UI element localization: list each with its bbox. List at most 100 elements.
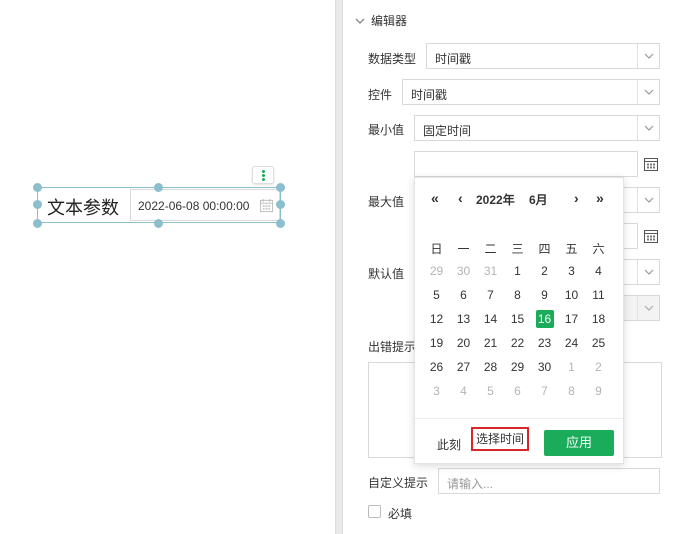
calendar-day[interactable]: 5 [477, 381, 504, 401]
calendar-day[interactable]: 20 [450, 333, 477, 353]
calendar-day[interactable]: 1 [558, 357, 585, 377]
required-label: 必填 [388, 507, 413, 521]
min-value-label: 最小值 [368, 123, 405, 137]
resize-handle-top-middle[interactable] [154, 183, 163, 192]
calendar-day[interactable]: 26 [423, 357, 450, 377]
calendar-day[interactable]: 22 [504, 333, 531, 353]
chevron-down-icon [355, 18, 365, 24]
calendar-day[interactable]: 6 [450, 285, 477, 305]
date-picker-popup: « ‹ 2022年 6月 › » 日 一 二 三 四 五 六 29 30 31 … [414, 177, 624, 464]
custom-tip-placeholder: 请输入... [447, 477, 494, 491]
calendar-day-selected[interactable]: 16 [531, 309, 558, 329]
resize-handle-top-right[interactable] [276, 183, 285, 192]
text-parameter-widget[interactable]: 文本参数 2022-06-08 00:00:00 [37, 187, 281, 223]
required-checkbox[interactable] [368, 505, 381, 518]
prev-year-button[interactable]: « [431, 190, 439, 206]
calendar-day[interactable]: 27 [450, 357, 477, 377]
data-type-label: 数据类型 [368, 52, 417, 66]
calendar-day[interactable]: 17 [558, 309, 585, 329]
weekday-label: 五 [565, 242, 578, 256]
calendar-day[interactable]: 7 [531, 381, 558, 401]
section-title: 编辑器 [371, 14, 408, 28]
data-type-select[interactable]: 时间戳 [426, 43, 660, 69]
resize-handle-bottom-middle[interactable] [154, 219, 163, 228]
calendar-day[interactable]: 30 [450, 261, 477, 281]
calendar-day[interactable]: 18 [585, 309, 612, 329]
chevron-down-icon [644, 269, 654, 275]
calendar-day[interactable]: 30 [531, 357, 558, 377]
default-value-select[interactable] [618, 259, 660, 285]
next-month-button[interactable]: › [574, 190, 579, 206]
calendar-day[interactable]: 3 [423, 381, 450, 401]
calendar-icon[interactable] [643, 228, 659, 244]
next-year-button[interactable]: » [596, 190, 604, 206]
more-options-button[interactable] [252, 166, 274, 184]
calendar-day[interactable]: 8 [558, 381, 585, 401]
calendar-day[interactable]: 9 [531, 285, 558, 305]
calendar-day[interactable]: 25 [585, 333, 612, 353]
calendar-day[interactable]: 15 [504, 309, 531, 329]
max-value-select[interactable] [618, 187, 660, 213]
resize-handle-middle-left[interactable] [33, 200, 42, 209]
widget-date-input[interactable]: 2022-06-08 00:00:00 [130, 189, 280, 221]
calendar-day[interactable]: 5 [423, 285, 450, 305]
calendar-icon[interactable] [259, 198, 274, 213]
chevron-down-icon [644, 89, 654, 95]
select-time-button[interactable]: 选择时间 [471, 427, 529, 451]
calendar-day[interactable]: 29 [504, 357, 531, 377]
calendar-day[interactable]: 4 [450, 381, 477, 401]
calendar-day[interactable]: 21 [477, 333, 504, 353]
now-button[interactable]: 此刻 [437, 436, 461, 453]
selected-day-value: 16 [535, 310, 554, 328]
calendar-day[interactable]: 1 [504, 261, 531, 281]
calendar-day[interactable]: 24 [558, 333, 585, 353]
custom-tip-input[interactable]: 请输入... [438, 468, 660, 494]
calendar-day[interactable]: 12 [423, 309, 450, 329]
calendar-day[interactable]: 3 [558, 261, 585, 281]
chevron-down-icon [644, 125, 654, 131]
min-value-select[interactable]: 固定时间 [414, 115, 660, 141]
calendar-day[interactable]: 9 [585, 381, 612, 401]
chevron-down-icon [644, 305, 654, 311]
calendar-day[interactable]: 4 [585, 261, 612, 281]
calendar-day[interactable]: 29 [423, 261, 450, 281]
default-value-label: 默认值 [368, 267, 405, 281]
editor-section-header[interactable]: 编辑器 [355, 12, 407, 29]
weekday-label: 六 [592, 242, 605, 256]
calendar-day[interactable]: 6 [504, 381, 531, 401]
data-type-value: 时间戳 [435, 52, 472, 66]
resize-handle-middle-right[interactable] [276, 200, 285, 209]
calendar-day[interactable]: 11 [585, 285, 612, 305]
calendar-day[interactable]: 13 [450, 309, 477, 329]
calendar-day[interactable]: 7 [477, 285, 504, 305]
weekday-label: 日 [430, 242, 443, 256]
weekday-label: 三 [511, 242, 524, 256]
resize-handle-bottom-left[interactable] [33, 219, 42, 228]
default-value-disabled-select [618, 295, 660, 321]
panel-splitter[interactable] [335, 0, 343, 534]
calendar-day[interactable]: 10 [558, 285, 585, 305]
year-label[interactable]: 2022年 [476, 191, 515, 208]
calendar-day[interactable]: 19 [423, 333, 450, 353]
prev-month-button[interactable]: ‹ [458, 190, 463, 206]
calendar-day[interactable]: 2 [585, 357, 612, 377]
resize-handle-top-left[interactable] [33, 183, 42, 192]
calendar-icon[interactable] [643, 156, 659, 172]
calendar-day[interactable]: 14 [477, 309, 504, 329]
control-select[interactable]: 时间戳 [402, 79, 660, 105]
calendar-day[interactable]: 2 [531, 261, 558, 281]
widget-label: 文本参数 [47, 198, 119, 218]
error-tip-label: 出错提示 [368, 340, 414, 354]
chevron-down-icon [644, 197, 654, 203]
calendar-day[interactable]: 8 [504, 285, 531, 305]
apply-button[interactable]: 应用 [544, 430, 614, 456]
design-canvas[interactable]: 文本参数 2022-06-08 00:00:00 [0, 0, 335, 534]
control-label: 控件 [368, 88, 393, 102]
calendar-day[interactable]: 28 [477, 357, 504, 377]
month-label[interactable]: 6月 [529, 191, 548, 208]
weekday-label: 二 [484, 242, 497, 256]
calendar-day[interactable]: 31 [477, 261, 504, 281]
resize-handle-bottom-right[interactable] [276, 219, 285, 228]
min-value-date-input[interactable] [414, 151, 638, 177]
calendar-day[interactable]: 23 [531, 333, 558, 353]
